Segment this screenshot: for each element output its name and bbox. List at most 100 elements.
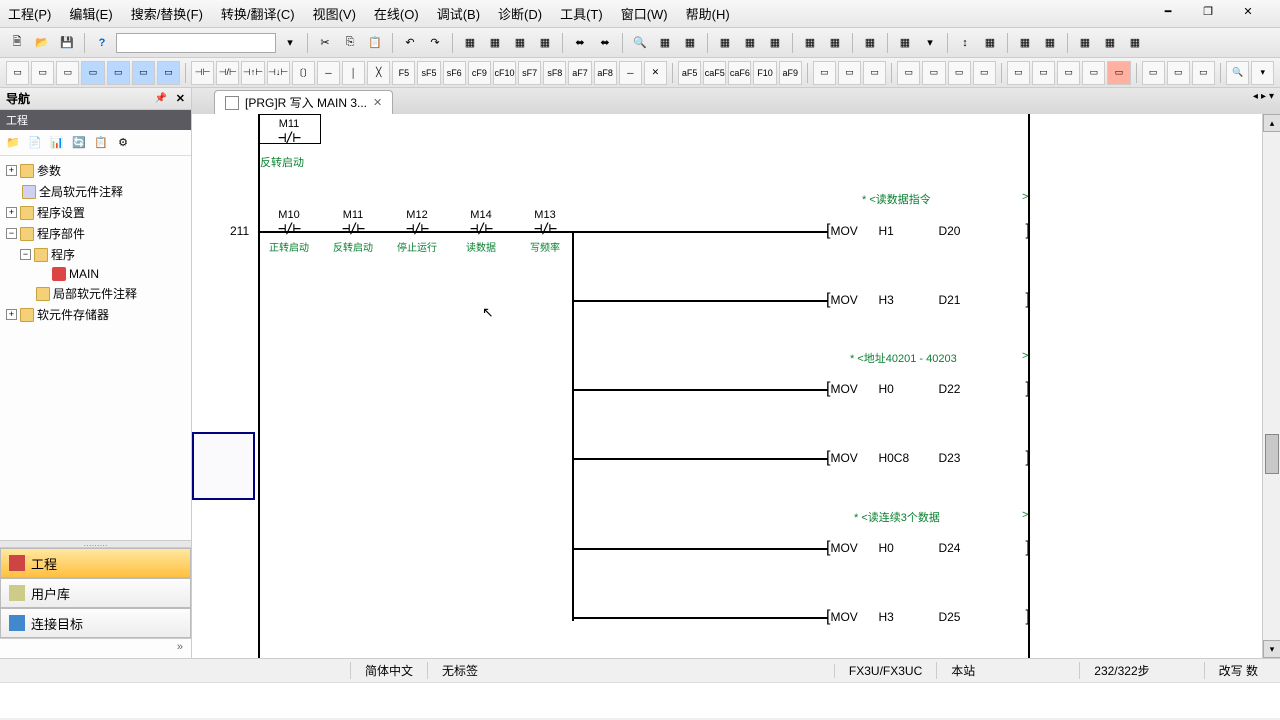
tb-btn-23[interactable]: ▦: [1124, 32, 1146, 54]
ld-btn-38[interactable]: ▭: [973, 61, 996, 85]
tb-btn-2[interactable]: ▦: [484, 32, 506, 54]
ld-btn-45[interactable]: ▭: [1167, 61, 1190, 85]
tb-btn-17[interactable]: ↕: [954, 32, 976, 54]
tb-btn-8[interactable]: ▦: [679, 32, 701, 54]
tb-btn-4[interactable]: ▦: [534, 32, 556, 54]
tree-main[interactable]: MAIN: [2, 265, 189, 283]
save-icon[interactable]: 💾: [56, 32, 78, 54]
ld-btn-30[interactable]: F10: [753, 61, 776, 85]
group-connection[interactable]: 连接目标: [0, 608, 191, 638]
ld-btn-25[interactable]: ─: [619, 61, 642, 85]
ld-btn-29[interactable]: caF6: [728, 61, 751, 85]
scroll-down-icon[interactable]: ▾: [1263, 640, 1280, 658]
menu-diagnose[interactable]: 诊断(D): [498, 4, 542, 23]
ld-btn-13[interactable]: ─: [317, 61, 340, 85]
tab-prev-icon[interactable]: ◂: [1253, 91, 1258, 102]
tb-btn-16[interactable]: ▾: [919, 32, 941, 54]
ld-btn-32[interactable]: ▭: [813, 61, 836, 85]
redo-icon[interactable]: ↷: [424, 32, 446, 54]
menu-debug[interactable]: 调试(B): [437, 4, 480, 23]
ld-btn-20[interactable]: cF10: [493, 61, 516, 85]
menu-edit[interactable]: 编辑(E): [69, 4, 112, 23]
ld-btn-8[interactable]: ⊣⊢: [191, 61, 214, 85]
help-icon[interactable]: ?: [91, 32, 113, 54]
zoom-icon[interactable]: 🔍: [1226, 61, 1249, 85]
new-icon[interactable]: 🗎: [6, 32, 28, 54]
ld-btn-21[interactable]: sF7: [518, 61, 541, 85]
ld-btn-4[interactable]: ▭: [81, 61, 104, 85]
tb-btn-19[interactable]: ▦: [1014, 32, 1036, 54]
ld-btn-10[interactable]: ⊣↑⊢: [241, 61, 264, 85]
tab-close-icon[interactable]: ✕: [373, 96, 382, 109]
ld-btn-14[interactable]: │: [342, 61, 365, 85]
tb-btn-11[interactable]: ▦: [764, 32, 786, 54]
ld-btn-15[interactable]: ╳: [367, 61, 390, 85]
ld-btn-1[interactable]: ▭: [6, 61, 29, 85]
ld-btn-41[interactable]: ▭: [1057, 61, 1080, 85]
group-project[interactable]: 工程: [0, 548, 191, 578]
menu-convert[interactable]: 转换/翻译(C): [221, 4, 295, 23]
tb-btn-13[interactable]: ▦: [824, 32, 846, 54]
ld-btn-3[interactable]: ▭: [56, 61, 79, 85]
st-btn-6[interactable]: ⚙: [114, 134, 132, 152]
dropdown-icon[interactable]: ▾: [279, 32, 301, 54]
tree-global-comment[interactable]: 全局软元件注释: [2, 181, 189, 202]
menu-view[interactable]: 视图(V): [313, 4, 356, 23]
ld-btn-17[interactable]: sF5: [417, 61, 440, 85]
ld-btn-19[interactable]: cF9: [468, 61, 491, 85]
ld-btn-24[interactable]: aF8: [594, 61, 617, 85]
ld-btn-46[interactable]: ▭: [1192, 61, 1215, 85]
ld-btn-23[interactable]: aF7: [568, 61, 591, 85]
ld-btn-5[interactable]: ▭: [107, 61, 130, 85]
tree-program-settings[interactable]: +程序设置: [2, 202, 189, 223]
tab-menu-icon[interactable]: ▾: [1269, 91, 1274, 102]
ld-btn-36[interactable]: ▭: [922, 61, 945, 85]
ld-btn-28[interactable]: caF5: [703, 61, 726, 85]
scroll-up-icon[interactable]: ▴: [1263, 114, 1280, 132]
st-btn-3[interactable]: 📊: [48, 134, 66, 152]
ld-btn-9[interactable]: ⊣/⊢: [216, 61, 239, 85]
menu-tools[interactable]: 工具(T): [560, 4, 603, 23]
menu-help[interactable]: 帮助(H): [686, 4, 730, 23]
ld-btn-12[interactable]: 〔〕: [292, 61, 315, 85]
menu-online[interactable]: 在线(O): [374, 4, 419, 23]
ld-btn-11[interactable]: ⊣↓⊢: [267, 61, 290, 85]
ld-btn-22[interactable]: sF8: [543, 61, 566, 85]
cut-icon[interactable]: ✂: [314, 32, 336, 54]
paste-icon[interactable]: 📋: [364, 32, 386, 54]
ld-btn-37[interactable]: ▭: [948, 61, 971, 85]
tree-params[interactable]: +参数: [2, 160, 189, 181]
ld-btn-27[interactable]: aF5: [678, 61, 701, 85]
tb-btn-9[interactable]: ▦: [714, 32, 736, 54]
ld-btn-40[interactable]: ▭: [1032, 61, 1055, 85]
menu-window[interactable]: 窗口(W): [621, 4, 668, 23]
tb-btn-10[interactable]: ▦: [739, 32, 761, 54]
ld-btn-6[interactable]: ▭: [132, 61, 155, 85]
maximize-icon[interactable]: ❐: [1200, 4, 1216, 18]
device-combo[interactable]: [116, 33, 276, 53]
open-icon[interactable]: 📂: [31, 32, 53, 54]
minimize-icon[interactable]: ━: [1160, 4, 1176, 18]
st-btn-5[interactable]: 📋: [92, 134, 110, 152]
panel-close-icon[interactable]: ✕: [176, 92, 185, 105]
close-icon[interactable]: ✕: [1240, 4, 1256, 18]
ld-btn-26[interactable]: ✕: [644, 61, 667, 85]
tb-btn-5[interactable]: ⬌: [569, 32, 591, 54]
menu-search[interactable]: 搜索/替换(F): [131, 4, 203, 23]
tb-btn-15[interactable]: ▦: [894, 32, 916, 54]
sidebar-footer[interactable]: »: [0, 638, 191, 658]
scroll-thumb[interactable]: [1265, 434, 1279, 474]
ld-btn-31[interactable]: aF9: [779, 61, 802, 85]
ld-btn-39[interactable]: ▭: [1007, 61, 1030, 85]
undo-icon[interactable]: ↶: [399, 32, 421, 54]
vertical-scrollbar[interactable]: ▴ ▾: [1262, 114, 1280, 658]
ld-btn-47[interactable]: ▾: [1251, 61, 1274, 85]
tb-btn-12[interactable]: ▦: [799, 32, 821, 54]
sidebar-splitter[interactable]: ⋯⋯⋯: [0, 540, 191, 548]
tree-program[interactable]: −程序: [2, 244, 189, 265]
ld-btn-34[interactable]: ▭: [863, 61, 886, 85]
tb-btn-22[interactable]: ▦: [1099, 32, 1121, 54]
st-btn-2[interactable]: 📄: [26, 134, 44, 152]
tb-btn-3[interactable]: ▦: [509, 32, 531, 54]
ld-btn-2[interactable]: ▭: [31, 61, 54, 85]
